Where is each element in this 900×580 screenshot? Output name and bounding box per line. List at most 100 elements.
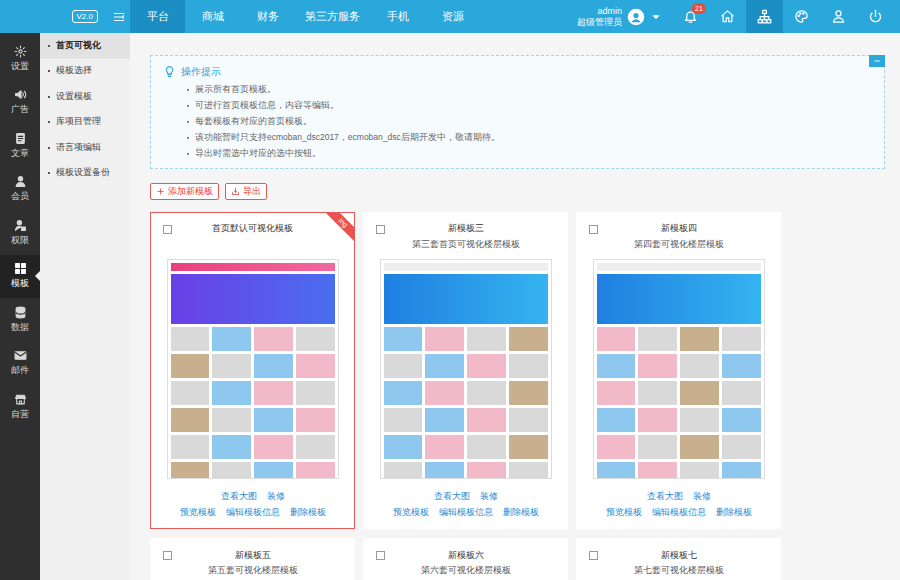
template-link[interactable]: 装修	[693, 491, 711, 503]
top-tab[interactable]: 财务	[240, 0, 295, 33]
template-link[interactable]: 装修	[267, 491, 285, 503]
admin-icon[interactable]	[831, 9, 846, 24]
top-tab[interactable]: 商城	[185, 0, 240, 33]
version-badge: V2.0	[72, 10, 98, 23]
preview-tile	[638, 462, 677, 479]
template-links: 预览模板编辑模板信息删除模板	[163, 507, 342, 519]
palette-icon[interactable]	[794, 9, 809, 24]
action-bar: 添加新模板导出	[150, 183, 885, 200]
home-icon[interactable]	[720, 9, 735, 24]
preview-tile	[722, 354, 761, 378]
bullet-dot	[48, 172, 50, 174]
template-link[interactable]: 编辑模板信息	[439, 507, 493, 519]
subnav-item[interactable]: 设置模板	[40, 84, 130, 110]
user-name: admin	[597, 6, 622, 17]
template-link[interactable]: 查看大图	[647, 491, 683, 503]
template-checkbox[interactable]	[163, 225, 172, 234]
template-link[interactable]: 预览模板	[180, 507, 216, 519]
sitemap-button[interactable]	[746, 0, 783, 33]
caret-down-icon[interactable]	[650, 11, 662, 23]
bell-button[interactable]: 21	[672, 0, 709, 33]
top-right-tools: admin超级管理员21	[577, 0, 900, 33]
admin-button[interactable]	[820, 0, 857, 33]
template-link[interactable]: 编辑模板信息	[652, 507, 706, 519]
bullet-dot	[48, 70, 50, 72]
template-checkbox[interactable]	[589, 225, 598, 234]
preview-tile	[296, 381, 335, 405]
preview-tile	[467, 354, 506, 378]
add-icon[interactable]	[156, 187, 165, 196]
preview-tile	[212, 354, 251, 378]
preview-tile	[509, 435, 548, 459]
template-card: 新模板三第三套首页可视化楼层模板查看大图装修预览模板编辑模板信息删除模板	[363, 212, 568, 529]
sitemap-icon[interactable]	[757, 9, 772, 24]
template-link[interactable]: 查看大图	[434, 491, 470, 503]
user-menu[interactable]: admin超级管理员	[577, 0, 672, 33]
template-link[interactable]: 编辑模板信息	[226, 507, 280, 519]
menu-toggle-icon[interactable]	[112, 10, 126, 24]
template-preview[interactable]	[593, 259, 765, 479]
export-icon[interactable]	[231, 187, 240, 196]
preview-tile	[680, 408, 719, 432]
preview-tile	[212, 381, 251, 405]
template-preview[interactable]	[167, 259, 339, 479]
sidebar-item[interactable]: 邮件	[0, 342, 40, 386]
template-link[interactable]: 预览模板	[393, 507, 429, 519]
top-tab[interactable]: 手机	[370, 0, 425, 33]
top-tab[interactable]: 平台	[130, 0, 185, 33]
subnav-item[interactable]: 库项目管理	[40, 110, 130, 136]
sidebar-item[interactable]: 会员	[0, 168, 40, 212]
preview-tile	[467, 381, 506, 405]
sidebar-item[interactable]: 文章	[0, 124, 40, 168]
preview-tile	[171, 435, 210, 459]
preview-banner	[597, 274, 761, 324]
template-checkbox[interactable]	[376, 551, 385, 560]
minus-icon[interactable]	[872, 56, 882, 66]
sidebar-item[interactable]: 权限	[0, 211, 40, 255]
preview-tile	[597, 435, 636, 459]
template-link[interactable]: 预览模板	[606, 507, 642, 519]
template-link[interactable]: 装修	[480, 491, 498, 503]
add-template-button[interactable]: 添加新模板	[150, 183, 219, 200]
power-button[interactable]	[857, 0, 894, 33]
avatar-icon[interactable]	[627, 8, 645, 26]
template-title: 新模板三	[390, 223, 541, 235]
sidebar-item[interactable]: 广告	[0, 81, 40, 125]
template-link[interactable]: 删除模板	[503, 507, 539, 519]
template-checkbox[interactable]	[376, 225, 385, 234]
preview-tile	[384, 462, 423, 479]
sidebar-item[interactable]: 模板	[0, 255, 40, 299]
template-link[interactable]: 删除模板	[290, 507, 326, 519]
subnav-item[interactable]: 语言项编辑	[40, 135, 130, 161]
top-tab[interactable]: 第三方服务	[295, 0, 370, 33]
top-tab[interactable]: 资源	[425, 0, 480, 33]
bullet-dot	[187, 121, 189, 123]
template-link[interactable]: 查看大图	[221, 491, 257, 503]
tip-item: 展示所有首页模板。	[187, 82, 872, 98]
sidebar-item[interactable]: 设置	[0, 37, 40, 81]
sidebar-item[interactable]: 数据	[0, 298, 40, 342]
collapse-button[interactable]	[869, 55, 885, 67]
subnav-item[interactable]: 首页可视化	[40, 33, 130, 59]
ad-icon	[14, 88, 27, 101]
preview-tile	[296, 327, 335, 351]
palette-button[interactable]	[783, 0, 820, 33]
preview-tile	[384, 327, 423, 351]
sidebar-item[interactable]: 自营	[0, 385, 40, 429]
home-button[interactable]	[709, 0, 746, 33]
tip-item: 可进行首页模板信息，内容等编辑。	[187, 98, 872, 114]
main-sidebar: 设置广告文章会员权限模板数据邮件自营	[0, 33, 40, 580]
export-button[interactable]: 导出	[225, 183, 267, 200]
template-card: ing首页默认可视化模板查看大图装修预览模板编辑模板信息删除模板	[150, 212, 355, 529]
subnav-item[interactable]: 模板选择	[40, 59, 130, 85]
power-icon[interactable]	[868, 9, 883, 24]
bullet-dot	[187, 89, 189, 91]
subnav-item[interactable]: 模板设置备份	[40, 161, 130, 187]
template-preview[interactable]	[380, 259, 552, 479]
template-checkbox[interactable]	[589, 551, 598, 560]
preview-tile	[254, 327, 293, 351]
subnav-label: 设置模板	[56, 91, 92, 103]
bullet-dot	[187, 137, 189, 139]
template-link[interactable]: 删除模板	[716, 507, 752, 519]
template-checkbox[interactable]	[163, 551, 172, 560]
